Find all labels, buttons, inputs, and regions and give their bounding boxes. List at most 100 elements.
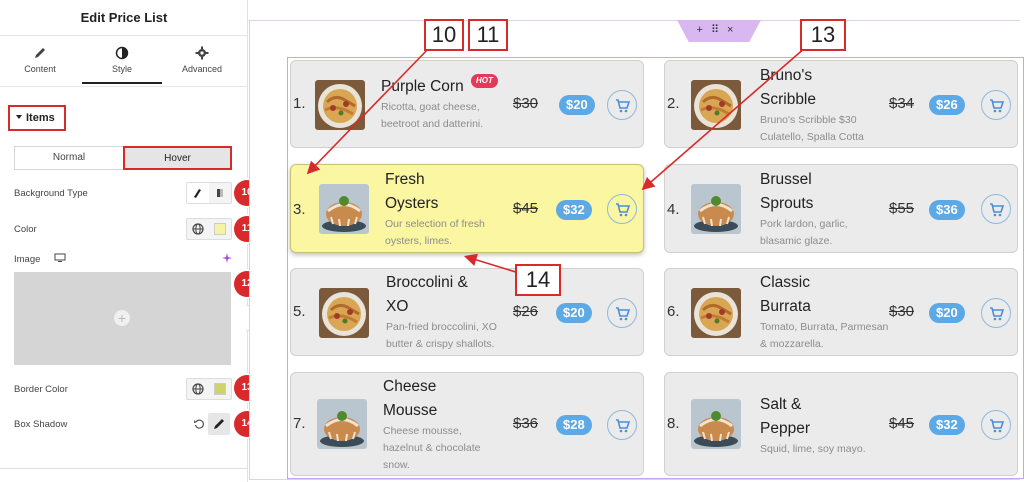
plus-icon[interactable]: +	[114, 310, 130, 326]
cart-icon	[990, 203, 1005, 217]
desktop-icon[interactable]	[54, 253, 66, 263]
item-title: Cheese Mousse	[383, 378, 438, 419]
items-section-toggle[interactable]: Items	[8, 105, 66, 131]
item-image-cake	[691, 399, 741, 449]
sale-price: $32	[556, 200, 592, 220]
item-description: Pan-fried broccolini, XO butter & crispy…	[386, 321, 497, 350]
section-handle[interactable]: +⠿×	[677, 20, 761, 42]
hot-badge: HOT	[471, 74, 498, 88]
old-price: $45	[889, 415, 915, 432]
tab-content[interactable]: Content	[0, 40, 80, 84]
item-description: Bruno's Scribble $30 Culatello, Spalla C…	[760, 114, 864, 143]
cart-icon	[990, 419, 1005, 433]
border-color-control	[186, 378, 232, 400]
sale-price: $20	[559, 95, 595, 115]
old-price: $34	[889, 95, 915, 112]
gradient-icon[interactable]	[209, 183, 231, 203]
item-description: Squid, lime, soy mayo.	[760, 443, 866, 455]
hover-state-button[interactable]: Hover	[123, 146, 232, 170]
preview-canvas: +⠿× 1. Purple Corn HOT Ricotta, goat che…	[249, 0, 1024, 482]
items-section-label: Items	[26, 112, 55, 124]
reset-icon[interactable]	[193, 418, 205, 430]
price-item-7[interactable]: 7. Cheese Mousse Cheese mousse, hazelnut…	[290, 372, 644, 476]
cart-icon	[990, 99, 1005, 113]
sale-price: $32	[929, 415, 965, 435]
add-to-cart-button[interactable]	[607, 90, 637, 120]
sale-price: $26	[929, 95, 965, 115]
cart-icon	[990, 307, 1005, 321]
price-item-8[interactable]: 8. Salt & Pepper Squid, lime, soy mayo. …	[664, 372, 1018, 476]
classic-brush-icon[interactable]	[187, 183, 209, 203]
add-to-cart-button[interactable]	[981, 194, 1011, 224]
image-label: Image	[14, 254, 41, 265]
item-image-cake	[691, 184, 741, 234]
globe-icon[interactable]	[187, 379, 209, 399]
item-number: 7.	[293, 415, 306, 432]
cart-icon	[616, 99, 631, 113]
sale-price: $36	[929, 200, 965, 220]
item-title: Broccolini & XO	[386, 274, 468, 315]
item-number: 3.	[293, 201, 306, 218]
item-image-pasta	[691, 288, 741, 338]
sale-price: $20	[556, 303, 592, 323]
price-item-4[interactable]: 4. Brussel Sprouts Pork lardon, garlic, …	[664, 164, 1018, 253]
globe-icon[interactable]	[187, 219, 209, 239]
callout-10: 10	[424, 19, 464, 51]
image-upload-area[interactable]: +	[14, 272, 231, 365]
item-title: Classic Burrata	[760, 274, 811, 315]
tab-style-label: Style	[111, 64, 132, 74]
add-to-cart-button[interactable]	[607, 298, 637, 328]
tab-advanced[interactable]: Advanced	[162, 40, 242, 84]
item-description: Ricotta, goat cheese, beetroot and datte…	[381, 101, 484, 130]
old-price: $30	[513, 95, 539, 112]
old-price: $55	[889, 200, 915, 217]
cart-icon	[616, 203, 631, 217]
add-to-cart-button[interactable]	[981, 298, 1011, 328]
item-number: 1.	[293, 95, 306, 112]
color-control	[186, 218, 232, 240]
item-description: Our selection of fresh oysters, limes.	[385, 218, 485, 247]
price-item-3-hovered[interactable]: 3. Fresh Oysters Our selection of fresh …	[290, 164, 644, 253]
item-number: 6.	[667, 303, 680, 320]
tab-advanced-label: Advanced	[181, 64, 223, 74]
cart-icon	[616, 419, 631, 433]
tab-content-label: Content	[24, 64, 56, 74]
add-to-cart-button[interactable]	[981, 410, 1011, 440]
add-to-cart-button[interactable]	[607, 410, 637, 440]
item-title: Fresh Oysters	[385, 171, 439, 212]
price-item-2[interactable]: 2. Bruno's Scribble Bruno's Scribble $30…	[664, 60, 1018, 148]
ai-sparkle-icon[interactable]	[221, 252, 233, 264]
item-title: Brussel Sprouts	[760, 171, 814, 212]
item-description: Pork lardon, garlic, blasamic glaze.	[760, 218, 848, 247]
price-item-1[interactable]: 1. Purple Corn HOT Ricotta, goat cheese,…	[290, 60, 644, 148]
box-shadow-label: Box Shadow	[14, 419, 68, 430]
sale-price: $28	[556, 415, 592, 435]
item-number: 8.	[667, 415, 680, 432]
item-image-cake	[319, 184, 369, 234]
item-image-pasta	[319, 288, 369, 338]
old-price: $36	[513, 415, 539, 432]
half-circle-icon	[115, 46, 129, 60]
old-price: $45	[513, 200, 539, 217]
old-price: $26	[513, 303, 539, 320]
add-to-cart-button[interactable]	[981, 90, 1011, 120]
item-description: Cheese mousse, hazelnut & chocolate snow…	[383, 425, 481, 471]
price-item-6[interactable]: 6. Classic Burrata Tomato, Burrata, Parm…	[664, 268, 1018, 356]
add-to-cart-button[interactable]	[607, 194, 637, 224]
tab-style[interactable]: Style	[82, 40, 162, 84]
tab-divider	[0, 86, 248, 87]
item-number: 4.	[667, 201, 680, 218]
sale-price: $20	[929, 303, 965, 323]
item-title: Bruno's Scribble	[760, 67, 816, 108]
editor-panel: Edit Price List Content Style Advanced I…	[0, 0, 260, 482]
price-item-5[interactable]: 5. Broccolini & XO Pan-fried broccolini,…	[290, 268, 644, 356]
cart-icon	[616, 307, 631, 321]
background-type-label: Background Type	[14, 188, 88, 199]
color-swatch[interactable]	[209, 219, 231, 239]
border-color-swatch[interactable]	[209, 379, 231, 399]
old-price: $30	[889, 303, 915, 320]
normal-state-button[interactable]: Normal	[15, 147, 123, 169]
item-image-pasta	[315, 80, 365, 130]
box-shadow-edit-button[interactable]	[208, 413, 230, 435]
panel-title: Edit Price List	[0, 0, 248, 36]
